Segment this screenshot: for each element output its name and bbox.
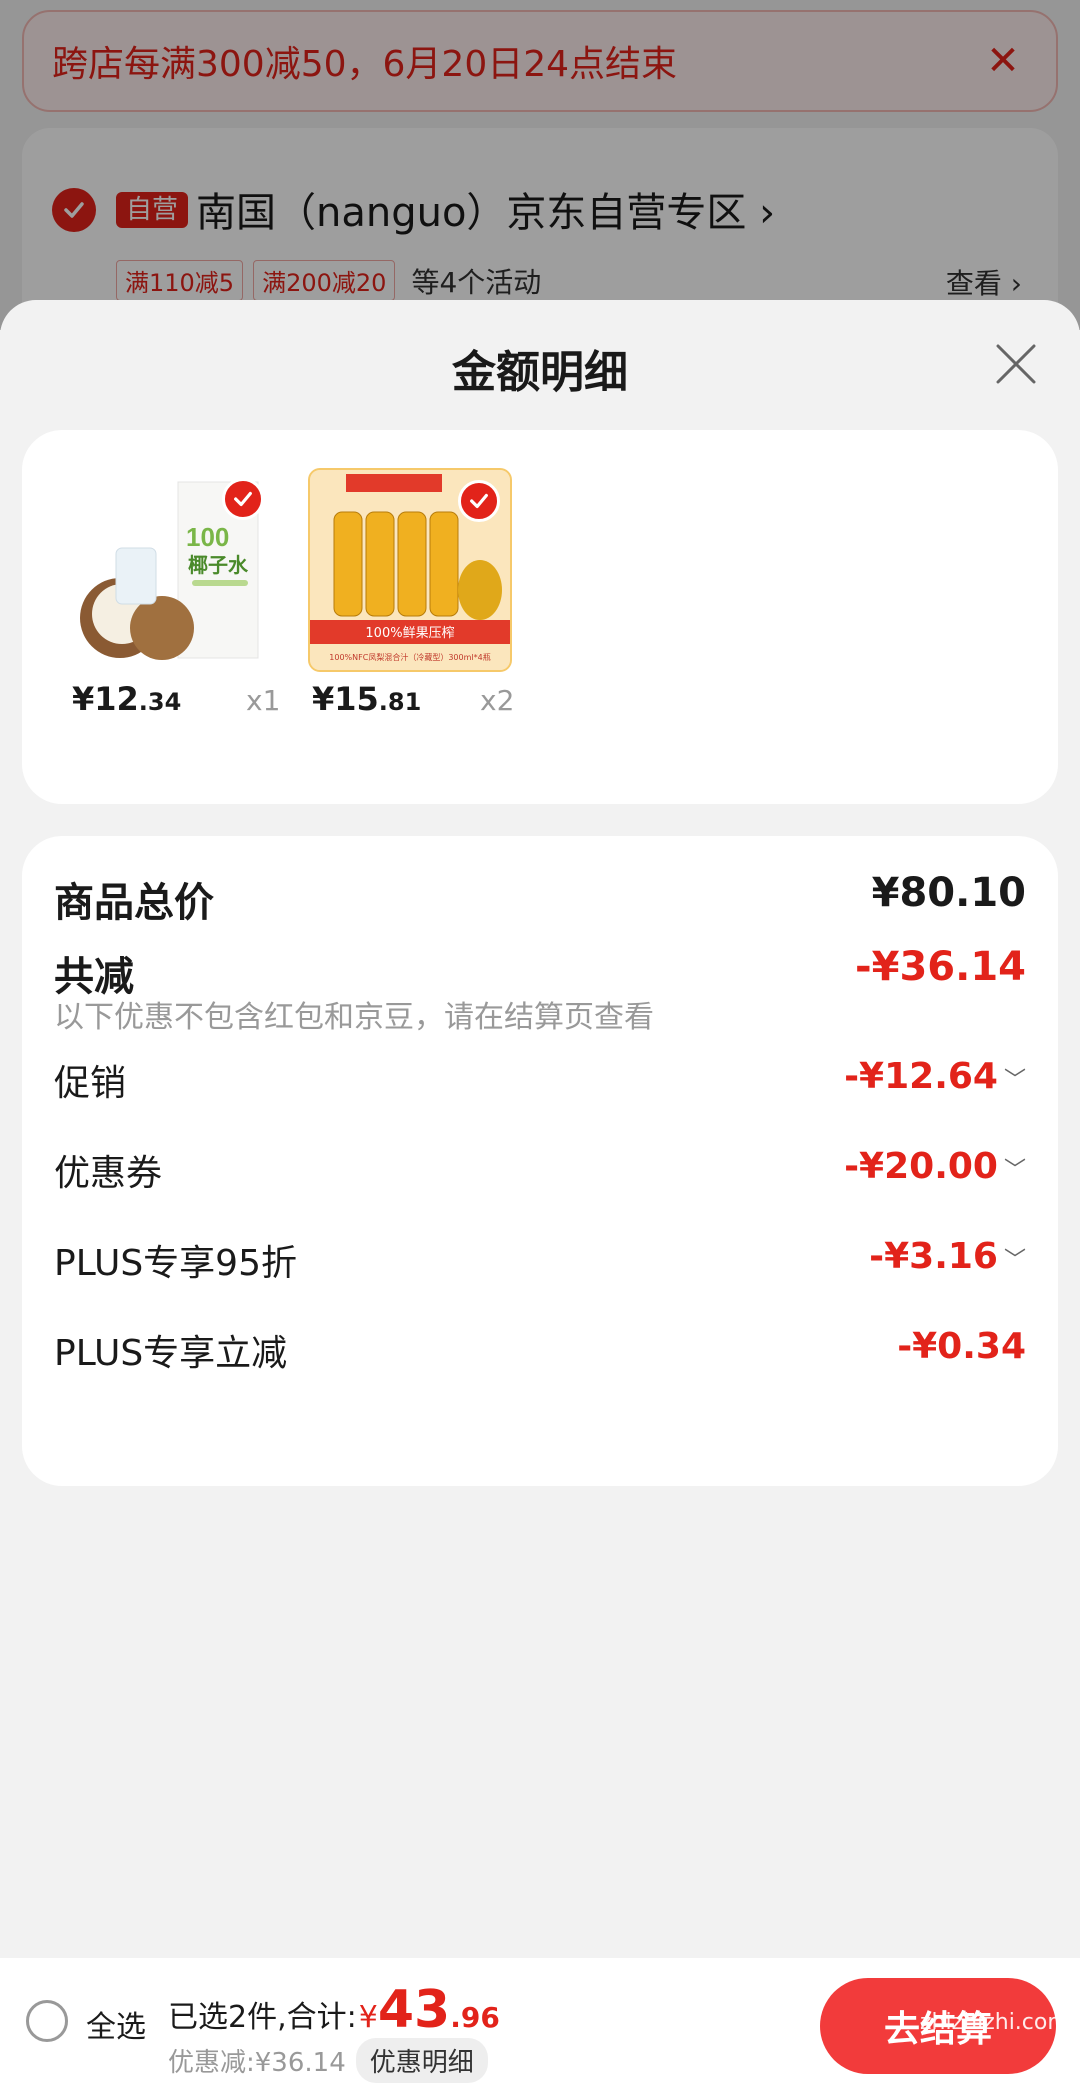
select-all-label[interactable]: 全选 <box>86 2002 146 2046</box>
selected-check-icon <box>222 478 264 520</box>
product-image-nfc-juice: 100%鲜果压榨 100%NFC凤梨混合汁（冷藏型）300ml*4瓶 <box>308 468 512 672</box>
total-summary: 已选2件,合计: ¥ 43 .96 <box>168 1980 500 2040</box>
product-label-top: 100 <box>186 522 229 552</box>
product-price: ¥12.34 <box>72 680 182 718</box>
total-amount-decimal: .96 <box>450 2001 500 2034</box>
products-card: 100 椰子水 ¥12.34 x1 100%鲜果压榨 100%NFC凤梨混合汁（… <box>22 430 1058 804</box>
total-price-label: 商品总价 <box>54 880 214 926</box>
sheet-title: 金额明细 <box>452 347 628 398</box>
promotion-label: 促销 <box>54 1063 127 1104</box>
promotion-value[interactable]: -¥12.64 ﹀ <box>844 1056 1026 1097</box>
product-quantity: x1 <box>246 684 281 717</box>
chevron-down-icon: ﹀ <box>1003 1068 1026 1093</box>
currency-symbol: ¥ <box>358 2000 378 2035</box>
total-amount-integer: 43 <box>377 1980 451 2040</box>
select-all-checkbox[interactable] <box>26 2000 68 2042</box>
plus-discount-label: PLUS专享95折 <box>54 1243 297 1284</box>
amount-detail-sheet: 金额明细 100 椰子水 ¥12.34 x1 100%鲜果压榨 100%NFC凤… <box>0 300 1080 1960</box>
product-image-coconut-water: 100 椰子水 <box>70 468 274 672</box>
discount-detail-button[interactable]: 优惠明细 <box>355 2038 488 2083</box>
reduce-note: 以下优惠不包含红包和京豆，请在结算页查看 <box>54 1000 654 1035</box>
product-label-main: 椰子水 <box>188 553 249 577</box>
product-price: ¥15.81 <box>312 680 422 718</box>
checkout-bar: 全选 已选2件,合计: ¥ 43 .96 优惠减:¥36.14 优惠明细 去结算 <box>0 1958 1080 2087</box>
chevron-down-icon: ﹀ <box>1003 1158 1026 1183</box>
watermark: zhizhizhi.com <box>920 2010 1069 2035</box>
discount-line: 优惠减:¥36.14 优惠明细 <box>168 2038 488 2083</box>
selected-count: 已选2件,合计: <box>168 2000 357 2035</box>
modal-overlay[interactable] <box>0 0 1080 330</box>
selected-check-icon <box>458 480 500 522</box>
product-label-top: 100%鲜果压榨 <box>365 625 454 641</box>
product-label-main: 100%NFC凤梨混合汁（冷藏型）300ml*4瓶 <box>329 652 490 662</box>
total-price-value: ¥80.10 <box>871 870 1026 916</box>
product-item[interactable]: 100%鲜果压榨 100%NFC凤梨混合汁（冷藏型）300ml*4瓶 <box>308 468 512 672</box>
product-item[interactable]: 100 椰子水 <box>70 468 274 672</box>
product-quantity: x2 <box>480 684 515 717</box>
coupon-value[interactable]: -¥20.00 ﹀ <box>844 1146 1026 1187</box>
close-icon[interactable] <box>992 340 1040 388</box>
summary-card: 商品总价 ¥80.10 共减 -¥36.14 以下优惠不包含红包和京豆，请在结算… <box>22 836 1058 1486</box>
plus-reduce-label: PLUS专享立减 <box>54 1333 288 1374</box>
plus-discount-value[interactable]: -¥3.16 ﹀ <box>869 1236 1026 1277</box>
coupon-label: 优惠券 <box>54 1153 163 1194</box>
total-reduce-value: -¥36.14 <box>855 944 1026 990</box>
discount-amount: 优惠减:¥36.14 <box>168 2048 346 2078</box>
plus-reduce-value: -¥0.34 <box>897 1326 1026 1367</box>
chevron-down-icon: ﹀ <box>1003 1248 1026 1273</box>
